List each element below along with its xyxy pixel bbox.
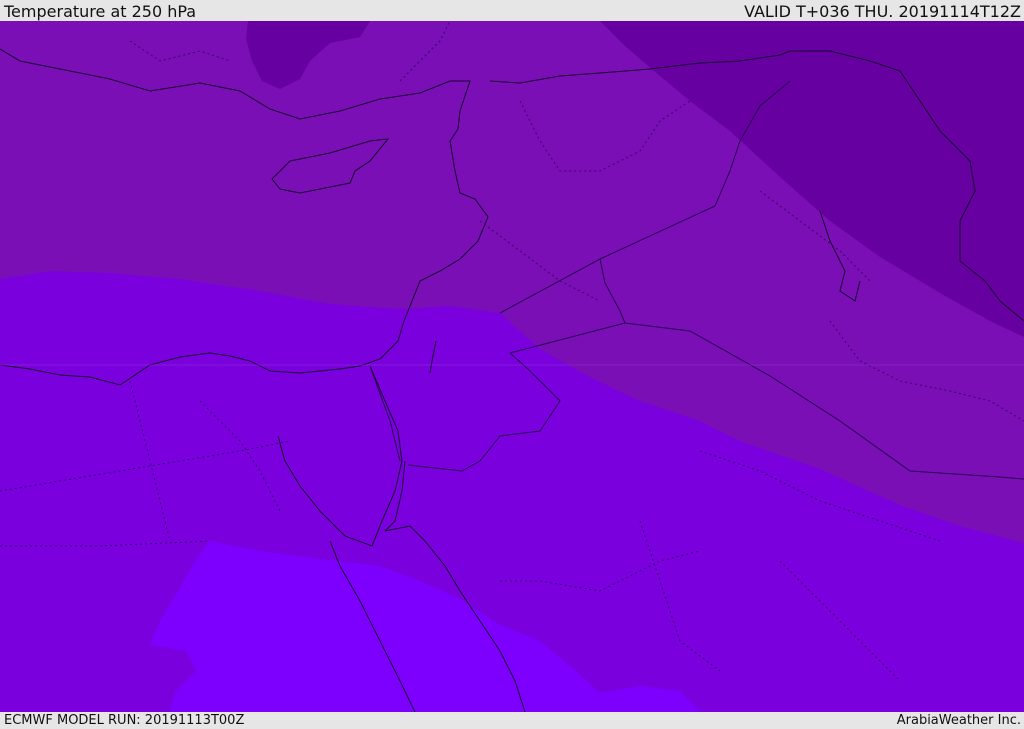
temperature-map [0,21,1024,712]
map-footer: ECMWF MODEL RUN: 20191113T00Z ArabiaWeat… [0,712,1024,729]
credit: ArabiaWeather Inc. [896,713,1021,728]
map-header: Temperature at 250 hPa VALID T+036 THU. … [0,0,1024,21]
model-run: ECMWF MODEL RUN: 20191113T00Z [4,713,245,728]
map-canvas[interactable] [0,21,1024,712]
valid-time: VALID T+036 THU. 20191114T12Z [744,2,1021,21]
map-title: Temperature at 250 hPa [4,2,197,21]
